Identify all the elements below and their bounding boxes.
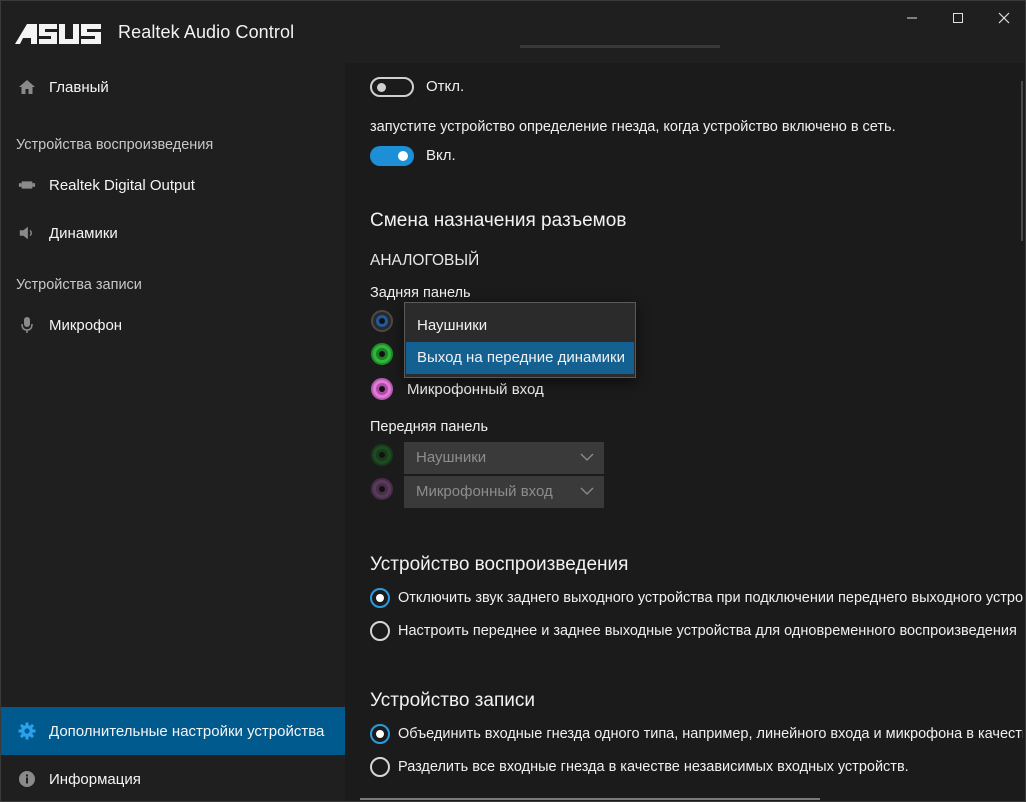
jack-detection-toggle-1[interactable] [370,77,414,97]
toggle-knob [377,83,386,92]
horizontal-scrollbar[interactable] [360,798,820,800]
playback-option1-radio[interactable] [370,588,390,608]
playback-devices-header: Устройства воспроизведения [16,137,214,153]
select-value: Наушники [416,449,487,466]
app-title: Realtek Audio Control [118,22,295,42]
sidebar-item-home[interactable]: Главный [1,63,345,111]
chevron-down-icon [580,487,594,495]
info-icon [18,770,36,788]
rear-jack-dropdown-popup: Наушники Выход на передние динамики [404,302,636,378]
front-jack-pink [371,478,393,500]
sidebar-item-label: Динамики [49,224,118,242]
recording-devices-header: Устройства записи [16,277,142,293]
dropdown-option-headphones[interactable]: Наушники [406,310,634,342]
playback-option2-radio[interactable] [370,621,390,641]
maximize-button[interactable] [935,1,981,35]
clipped-text-fragment [370,45,730,55]
sidebar-item-digital-output[interactable]: Realtek Digital Output [1,161,345,209]
front-jack2-select[interactable]: Микрофонный вход [404,476,604,508]
recording-option2-radio[interactable] [370,757,390,777]
rear-mic-label: Микрофонный вход [407,381,544,398]
front-panel-label: Передняя панель [370,419,489,435]
reassign-section-title: Смена назначения разъемов [370,210,627,231]
sidebar-item-label: Realtek Digital Output [49,176,195,194]
microphone-icon [18,316,36,334]
close-icon [998,12,1010,24]
sidebar: Главный Устройства воспроизведения Realt… [1,63,345,801]
front-jack-green [371,444,393,466]
sidebar-item-label: Главный [49,78,109,96]
sidebar-item-label: Информация [49,770,141,788]
recording-section-title: Устройство записи [370,690,535,711]
sidebar-item-label: Дополнительные настройки устройства [49,722,325,740]
maximize-icon [953,13,963,23]
recording-option2-label: Разделить все входные гнезда в качестве … [398,759,909,775]
playback-option2-label: Настроить переднее и заднее выходные уст… [398,623,1017,639]
asus-logo-icon [15,24,101,44]
sidebar-item-microphone[interactable]: Микрофон [1,301,345,349]
jack-detection-toggle-2[interactable] [370,146,414,166]
toggle1-state-label: Откл. [426,78,465,95]
sidebar-item-speakers[interactable]: Динамики [1,209,345,257]
select-value: Микрофонный вход [416,483,553,500]
app-window: Realtek Audio Control Главный Устройства… [0,0,1026,802]
rear-jack-green [371,343,393,365]
recording-option1-radio[interactable] [370,724,390,744]
minimize-button[interactable] [889,1,935,35]
rear-panel-label: Задняя панель [370,285,471,301]
chevron-down-icon [580,453,594,461]
close-button[interactable] [981,1,1025,35]
option-label: Выход на передние динамики [417,349,625,366]
front-jack1-select[interactable]: Наушники [404,442,604,474]
jack-detection-description: запустите устройство определение гнезда,… [370,119,896,135]
rear-jack-pink [371,378,393,400]
home-icon [18,78,36,96]
dropdown-option-front-speakers[interactable]: Выход на передние динамики [406,342,634,374]
digital-output-icon [18,176,36,194]
toggle2-state-label: Вкл. [426,147,456,164]
minimize-icon [907,17,917,19]
vertical-scrollbar[interactable] [1021,81,1023,241]
sidebar-item-advanced-settings[interactable]: Дополнительные настройки устройства [1,707,345,755]
sidebar-item-label: Микрофон [49,316,123,334]
gear-icon [18,722,36,740]
sidebar-item-info[interactable]: Информация [1,755,345,801]
speaker-icon [18,224,36,242]
playback-section-title: Устройство воспроизведения [370,554,629,575]
recording-option1-label: Объединить входные гнезда одного типа, н… [398,726,1023,742]
analog-label: АНАЛОГОВЫЙ [370,252,480,269]
toggle-knob [398,151,408,161]
playback-option1-label: Отключить звук заднего выходного устройс… [398,590,1023,606]
rear-jack-blue [371,310,393,332]
option-label: Наушники [417,317,488,334]
